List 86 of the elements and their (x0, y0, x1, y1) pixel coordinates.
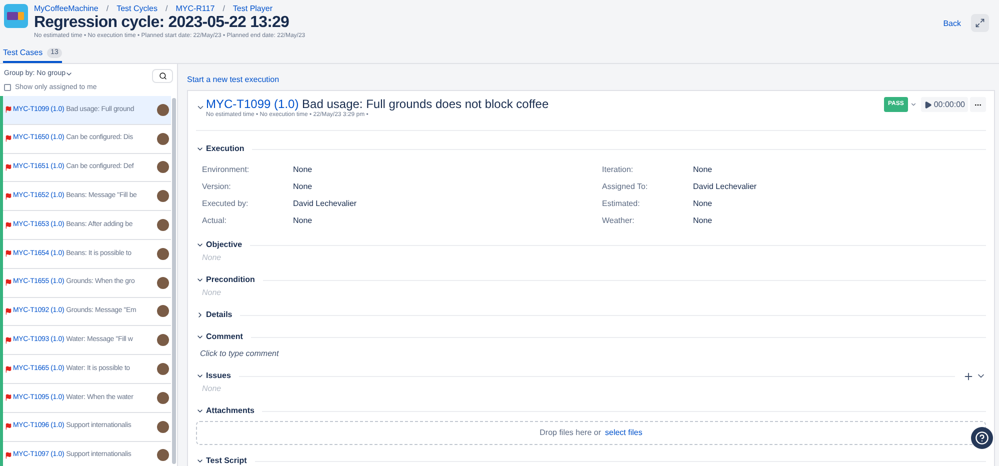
expand-button[interactable] (971, 14, 989, 32)
field-label: Estimated: (602, 198, 641, 210)
breadcrumb-separator: / (222, 3, 225, 14)
field-value: None (693, 198, 712, 210)
field-value: None (293, 180, 312, 192)
search-button[interactable] (152, 69, 173, 83)
chevron-down-icon[interactable] (196, 145, 204, 153)
help-icon[interactable] (975, 431, 989, 445)
section-toggle[interactable]: Attachments (196, 405, 254, 417)
field-value: None (293, 214, 312, 226)
avatar (157, 190, 169, 202)
chevron-down-icon[interactable] (196, 372, 204, 380)
avatar (157, 219, 169, 232)
field-label: Weather: (602, 214, 636, 226)
flag-icon (5, 366, 12, 373)
new-execution-link[interactable]: Start a new test execution (187, 74, 280, 86)
chevron-down-icon[interactable] (196, 241, 204, 249)
flag-icon (5, 423, 12, 430)
field-value: None (693, 214, 712, 226)
flag-icon (5, 452, 12, 459)
field-label: Executed by: (202, 198, 250, 210)
expand-icon[interactable] (975, 18, 985, 28)
section-toggle[interactable]: Issues (196, 370, 231, 382)
section-toggle[interactable]: Objective (196, 239, 242, 251)
avatar (157, 132, 169, 145)
section-toggle[interactable]: Execution (196, 143, 244, 155)
avatar (157, 305, 169, 318)
flag-icon (5, 222, 12, 229)
chevron-down-icon[interactable] (196, 407, 204, 415)
chevron-down-icon[interactable] (196, 333, 204, 341)
flag-icon (5, 279, 12, 286)
add-icon[interactable] (963, 370, 974, 382)
drop-text: Drop files here or (540, 427, 601, 439)
play-icon[interactable] (924, 100, 932, 108)
section-toggle[interactable]: Test Script (196, 455, 247, 466)
page-title: Regression cycle: 2023-05-22 13:29 (34, 14, 290, 32)
field-value: David Lechevalier (693, 180, 757, 192)
flag-icon (5, 106, 12, 114)
chevron-right-icon[interactable] (196, 311, 204, 319)
avatar (157, 363, 169, 376)
flag-icon (5, 394, 12, 402)
flag-icon (5, 336, 12, 344)
app-logo-icon (4, 4, 28, 28)
flag-icon (5, 135, 12, 142)
flag-icon (5, 192, 12, 200)
breadcrumb-link[interactable]: MyCoffeeMachine (34, 3, 98, 14)
empty-value: None (201, 383, 222, 395)
empty-value: None (201, 252, 222, 264)
flag-icon (5, 164, 12, 171)
field-label: Environment: (202, 164, 250, 176)
avatar (157, 334, 169, 346)
breadcrumb-separator: / (165, 3, 168, 14)
avatar (157, 248, 169, 260)
flag-icon (5, 250, 12, 258)
avatar (157, 392, 169, 404)
breadcrumb-link[interactable]: Test Cycles (116, 3, 158, 14)
collapse-icon[interactable] (196, 103, 205, 112)
select-files-link[interactable]: select files (605, 427, 642, 439)
section-toggle[interactable]: Details (196, 309, 232, 321)
field-value: None (293, 164, 312, 176)
execution-title: MYC-T1099 (1.0) Bad usage: Full grounds does not block coffee (206, 97, 550, 111)
field-label: Assigned To: (602, 180, 649, 192)
search-icon[interactable] (158, 72, 166, 80)
field-label: Version: (202, 180, 232, 192)
empty-value: None (201, 287, 222, 299)
caret-icon[interactable] (910, 101, 917, 108)
flag-icon (5, 308, 12, 315)
field-label: Iteration: (602, 164, 634, 176)
avatar (157, 161, 169, 174)
breadcrumb-link[interactable]: Test Player (232, 3, 272, 14)
field-value: None (693, 164, 712, 176)
chevron-down-icon[interactable] (196, 457, 204, 465)
breadcrumb-link[interactable]: MYC-R117 (176, 3, 215, 14)
breadcrumb-separator: / (106, 3, 109, 14)
section-toggle[interactable]: Comment (196, 331, 243, 343)
avatar (157, 420, 169, 433)
field-value: David Lechevalier (293, 198, 357, 210)
chevron-down-icon[interactable] (196, 276, 204, 284)
timer-button[interactable]: 00:00:00 (920, 97, 968, 112)
section-toggle[interactable]: Precondition (196, 274, 255, 286)
avatar (157, 449, 169, 462)
field-label: Actual: (202, 214, 228, 226)
avatar (157, 104, 169, 116)
comment-field[interactable]: Click to type comment (196, 348, 279, 360)
back-button[interactable]: Back (943, 18, 961, 30)
avatar (157, 276, 169, 289)
